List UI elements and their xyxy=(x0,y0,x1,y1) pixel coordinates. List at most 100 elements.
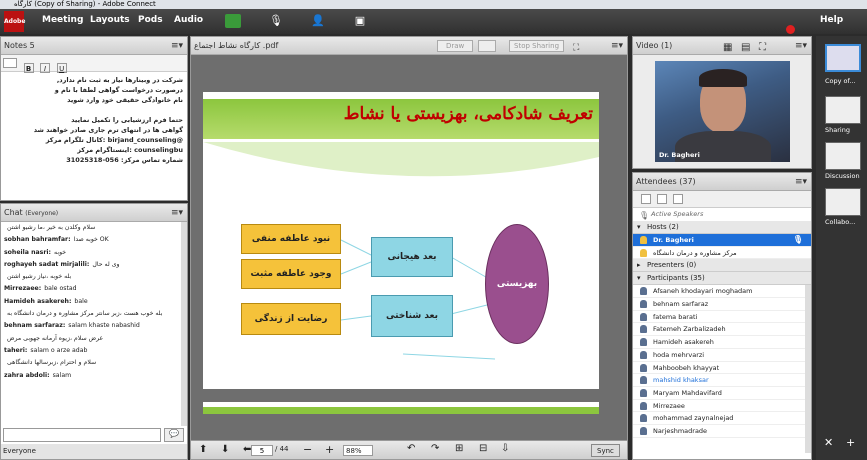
layout-thumb-collaboration[interactable] xyxy=(825,188,861,216)
sync-button[interactable]: Sync xyxy=(591,444,620,457)
pod-menu-icon[interactable]: ≡▾ xyxy=(171,37,183,55)
pod-menu-icon[interactable]: ≡▾ xyxy=(171,204,183,222)
pod-menu-icon[interactable]: ≡▾ xyxy=(795,173,807,191)
page-number-input[interactable] xyxy=(251,445,273,456)
slide-box-life-satisfaction: رضایت از زندگی xyxy=(241,303,341,335)
chat-author: Mirrezaee: xyxy=(4,285,42,293)
chat-message: behnam sarfaraz: salam khaste nabashid xyxy=(1,320,181,332)
microphone-icon[interactable]: 🎙 xyxy=(268,14,284,28)
settings-icon[interactable]: ✕ xyxy=(824,436,833,449)
menu-audio[interactable]: Audio xyxy=(174,15,203,25)
share-pod: کارگاه نشاط اجتماع .pdf Draw Stop Sharin… xyxy=(190,36,628,460)
participant-row[interactable]: behnam sarfaraz xyxy=(633,298,805,311)
participant-name: Mirrezaee xyxy=(653,401,685,410)
breakout-view-icon[interactable] xyxy=(657,194,667,204)
chat-message: بله خوبه ،نیاز رشیو اشتن xyxy=(1,271,181,283)
hosts-section[interactable]: ▾ Hosts (2) xyxy=(633,221,811,234)
zoom-select[interactable]: 88% xyxy=(343,445,373,456)
chat-author: taheri: xyxy=(4,346,28,354)
zoom-out-icon[interactable]: − xyxy=(303,443,312,456)
participant-icon xyxy=(640,325,647,334)
layout-thumb-sharing[interactable] xyxy=(825,96,861,124)
participant-row[interactable]: Hamideh asakereh xyxy=(633,336,805,349)
menu-meeting[interactable]: Meeting xyxy=(42,15,83,25)
participant-icon xyxy=(640,376,647,385)
notes-title: Notes 5 xyxy=(4,41,35,50)
pointer-icon[interactable] xyxy=(478,40,496,52)
presenters-section[interactable]: ▸ Presenters (0) xyxy=(633,259,811,273)
participant-row[interactable]: Maryam Mahdavifard xyxy=(633,387,805,400)
participant-row[interactable]: hoda mehrvarzi xyxy=(633,349,805,362)
filmstrip-view-icon[interactable]: ▤ xyxy=(741,39,750,57)
chat-author: sobhan bahramfar: xyxy=(4,236,71,244)
list-view-icon[interactable] xyxy=(641,194,651,204)
pod-menu-icon[interactable]: ≡▾ xyxy=(611,37,623,55)
notes-line: نام خانوادگی حقیقی خود وارد شوید xyxy=(67,96,183,104)
stop-sharing-button[interactable]: Stop Sharing xyxy=(509,40,565,52)
participant-row[interactable]: Narjeshmadrade xyxy=(633,425,805,438)
chat-target[interactable]: Everyone xyxy=(1,444,187,459)
fit-width-icon[interactable]: ⊟ xyxy=(479,443,487,454)
menu-help[interactable]: Help xyxy=(820,15,843,25)
participant-row[interactable]: Afsaneh khodayari moghadam xyxy=(633,285,805,299)
host-name: مرکز مشاوره و درمان دانشگاه xyxy=(653,248,737,257)
download-icon[interactable]: ⇩ xyxy=(501,443,509,454)
video-feed: Dr. Bagheri xyxy=(655,61,790,162)
slide-box-emotional: بعد هیجانی xyxy=(371,237,453,277)
chat-message: Hamideh asakereh: bale xyxy=(1,296,181,308)
participant-row[interactable]: fatema barati xyxy=(633,311,805,324)
underline-button[interactable]: U xyxy=(56,63,67,73)
participant-row[interactable]: Mahboobeh khayyat xyxy=(633,362,805,375)
chat-message: soheila nasri: خوبه xyxy=(1,247,181,259)
fullscreen-icon[interactable]: ⛶ xyxy=(573,39,579,57)
slide-oval-wellbeing: بهزیستی xyxy=(485,224,549,344)
rotate-left-icon[interactable]: ↶ xyxy=(407,443,415,454)
bold-button[interactable]: B xyxy=(23,63,34,73)
participant-row[interactable]: Mirrezaee xyxy=(633,400,805,413)
host-row[interactable]: مرکز مشاوره و درمان دانشگاه xyxy=(633,247,811,260)
menu-layouts[interactable]: Layouts xyxy=(90,15,130,25)
add-layout-icon[interactable]: + xyxy=(846,436,855,449)
chat-text: وی له حال xyxy=(92,260,120,268)
host-row[interactable]: Dr. Bagheri 🎙 xyxy=(633,234,811,247)
camera-icon[interactable]: ▣ xyxy=(352,14,368,28)
attendees-title: Attendees xyxy=(636,177,677,186)
participant-row[interactable]: Fatemeh Zarbalizadeh xyxy=(633,323,805,337)
fit-page-icon[interactable]: ⊞ xyxy=(455,443,463,454)
participant-row[interactable]: mahshid khaksar xyxy=(633,374,805,387)
chat-message: roghayeh sadat mirjalili: وی له حال xyxy=(1,259,181,271)
collapse-icon: ▾ xyxy=(637,223,641,231)
chat-author: zahra abdoli: xyxy=(4,371,50,379)
fullscreen-icon[interactable]: ⛶ xyxy=(759,39,766,57)
draw-button[interactable]: Draw xyxy=(437,40,474,52)
participant-name: Mahboobeh khayyat xyxy=(653,363,720,372)
adobe-logo-icon: Adobe xyxy=(4,11,25,32)
send-message-icon[interactable]: 💬 xyxy=(164,428,184,442)
chat-text: بله خوب هست ،زبر سانتر مرکز مشاوره و درم… xyxy=(7,310,163,318)
prev-page-icon[interactable]: ⬇ xyxy=(221,444,229,455)
layout-thumb-copy[interactable] xyxy=(825,44,861,72)
participant-row[interactable]: mohammad zaynalnejad xyxy=(633,412,805,425)
participants-section[interactable]: ▾ Participants (35) xyxy=(633,272,811,286)
first-page-icon[interactable]: ⬆ xyxy=(199,444,207,455)
zoom-in-icon[interactable]: + xyxy=(325,443,334,456)
microphone-icon: 🎙 xyxy=(792,235,803,244)
font-size-select[interactable] xyxy=(3,58,17,68)
participant-icon xyxy=(640,388,647,397)
user-status-icon[interactable]: 👤 xyxy=(310,14,326,28)
notes-line: حتما فرم ارزشیابی را تکمیل نمایید xyxy=(71,116,183,124)
grid-view-icon[interactable]: ▦ xyxy=(723,39,732,57)
menu-pods[interactable]: Pods xyxy=(138,15,163,25)
status-view-icon[interactable] xyxy=(673,194,683,204)
chat-input[interactable] xyxy=(3,428,161,442)
pod-menu-icon[interactable]: ≡▾ xyxy=(795,37,807,55)
italic-button[interactable]: I xyxy=(40,63,51,73)
participant-icon xyxy=(640,338,647,347)
speaker-icon[interactable] xyxy=(225,14,241,28)
layout-thumb-discussion[interactable] xyxy=(825,142,861,170)
host-name: Dr. Bagheri xyxy=(653,236,694,244)
notes-content[interactable]: شرکت در وبینارها نیاز به ثبت نام ندارد, د… xyxy=(1,72,187,168)
chat-message: zahra abdoli: salam xyxy=(1,370,181,382)
record-icon[interactable] xyxy=(786,25,795,34)
rotate-right-icon[interactable]: ↷ xyxy=(431,443,439,454)
